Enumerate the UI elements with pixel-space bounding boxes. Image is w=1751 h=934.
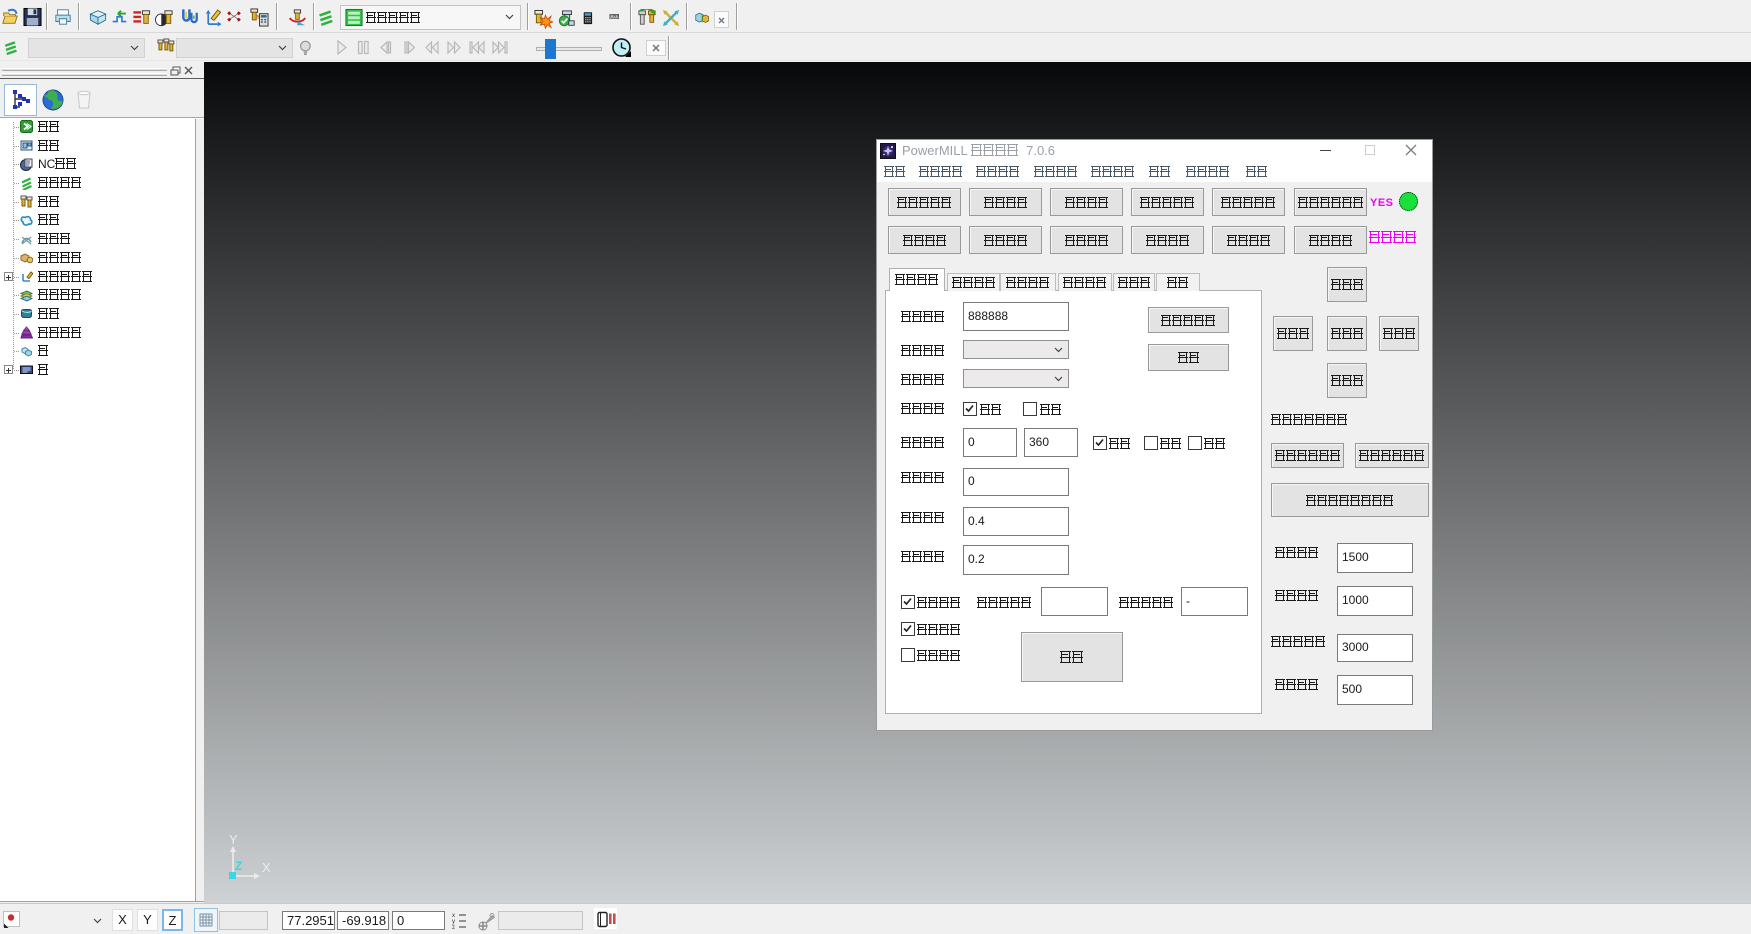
svg-text:X: X (262, 860, 271, 875)
svg-text:z: z (452, 925, 455, 931)
svg-text:Z: Z (235, 859, 242, 873)
svg-text:Y: Y (229, 832, 238, 847)
